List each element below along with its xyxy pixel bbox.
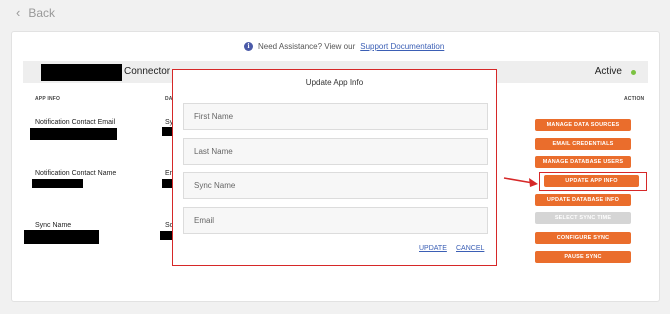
email-credentials-button[interactable]: EMAIL CREDENTIALS: [535, 138, 631, 150]
connector-label: Connector: [124, 66, 171, 77]
first-name-field[interactable]: First Name: [183, 103, 488, 130]
redacted-sync-name: [24, 230, 99, 244]
manage-data-sources-button[interactable]: MANAGE DATA SOURCES: [535, 119, 631, 131]
chevron-left-icon: ‹: [16, 5, 21, 20]
cancel-link[interactable]: CANCEL: [456, 245, 484, 252]
field-label-sync-name: Sync Name: [35, 222, 72, 229]
pause-sync-button[interactable]: PAUSE SYNC: [535, 251, 631, 263]
email-field[interactable]: Email: [183, 207, 488, 234]
support-documentation-link[interactable]: Support Documentation: [360, 42, 444, 51]
assistance-text: Need Assistance? View our: [258, 42, 356, 51]
annotation-highlight-box: [539, 172, 647, 191]
status-dot: [631, 70, 636, 75]
sync-name-field[interactable]: Sync Name: [183, 172, 488, 199]
select-sync-time-button[interactable]: SELECT SYNC TIME: [535, 212, 631, 224]
update-app-info-dialog: Update App Info First Name Last Name Syn…: [172, 69, 497, 266]
manage-database-users-button[interactable]: MANAGE DATABASE USERS: [535, 156, 631, 168]
back-link[interactable]: ‹ Back: [16, 5, 55, 20]
redacted-contact-name: [32, 179, 83, 188]
redacted-contact-email: [30, 128, 117, 140]
db-partial-2: Er: [165, 170, 172, 177]
configure-sync-button[interactable]: CONFIGURE SYNC: [535, 232, 631, 244]
col-header-app-info: APP INFO: [35, 96, 61, 102]
last-name-field[interactable]: Last Name: [183, 138, 488, 165]
dialog-title: Update App Info: [305, 78, 364, 87]
status-label: Active: [594, 66, 622, 77]
assistance-banner: i Need Assistance? View our Support Docu…: [244, 42, 444, 51]
update-database-info-button[interactable]: UPDATE DATABASE INFO: [535, 194, 631, 206]
field-label-contact-name: Notification Contact Name: [35, 170, 117, 177]
update-link[interactable]: UPDATE: [419, 245, 447, 252]
info-icon: i: [244, 42, 253, 51]
annotation-arrow-icon: [503, 177, 538, 187]
back-label: Back: [28, 5, 56, 20]
redacted-connector-name: [41, 64, 122, 81]
field-label-contact-email: Notification Contact Email: [35, 119, 116, 126]
col-header-action: ACTION: [624, 96, 645, 102]
